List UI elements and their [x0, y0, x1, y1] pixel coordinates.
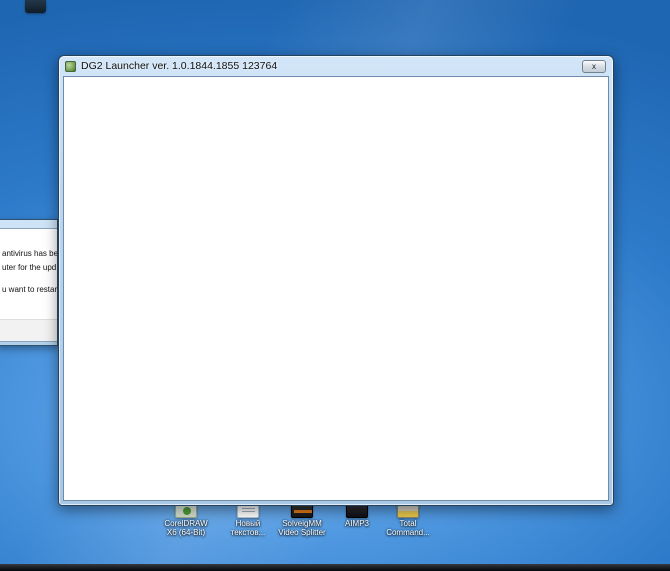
icon-label-line: Total — [399, 519, 417, 528]
icon-label-line: SolveigMM — [282, 519, 322, 528]
launcher-client-area — [63, 76, 609, 501]
taskbar[interactable] — [0, 564, 670, 571]
desktop-icon-new-text-document[interactable]: Новый текстов... — [218, 503, 278, 537]
icon-label-line: Video Splitter — [278, 528, 326, 537]
icon-label-line: Новый — [235, 519, 261, 528]
launcher-app-icon — [65, 60, 76, 72]
icon-label-line: Command... — [386, 528, 430, 537]
launcher-titlebar[interactable]: DG2 Launcher ver. 1.0.1844.1855 123764 — [59, 56, 613, 76]
icon-label-line: текстов... — [230, 528, 266, 537]
window-title: DG2 Launcher ver. 1.0.1844.1855 123764 — [81, 60, 278, 72]
icon-label-line: CorelDRAW — [164, 519, 208, 528]
launcher-window: DG2 Launcher ver. 1.0.1844.1855 123764 x — [58, 55, 614, 506]
desktop-icon-total-commander[interactable]: Total Command... — [378, 503, 438, 537]
desktop-icon-coreldraw[interactable]: CorelDRAW X6 (64-Bit) — [156, 503, 216, 537]
desktop-icon-solveigmm[interactable]: SolveigMM Video Splitter — [272, 503, 332, 537]
icon-label-line: X6 (64-Bit) — [166, 528, 206, 537]
close-button[interactable]: x — [582, 60, 606, 73]
